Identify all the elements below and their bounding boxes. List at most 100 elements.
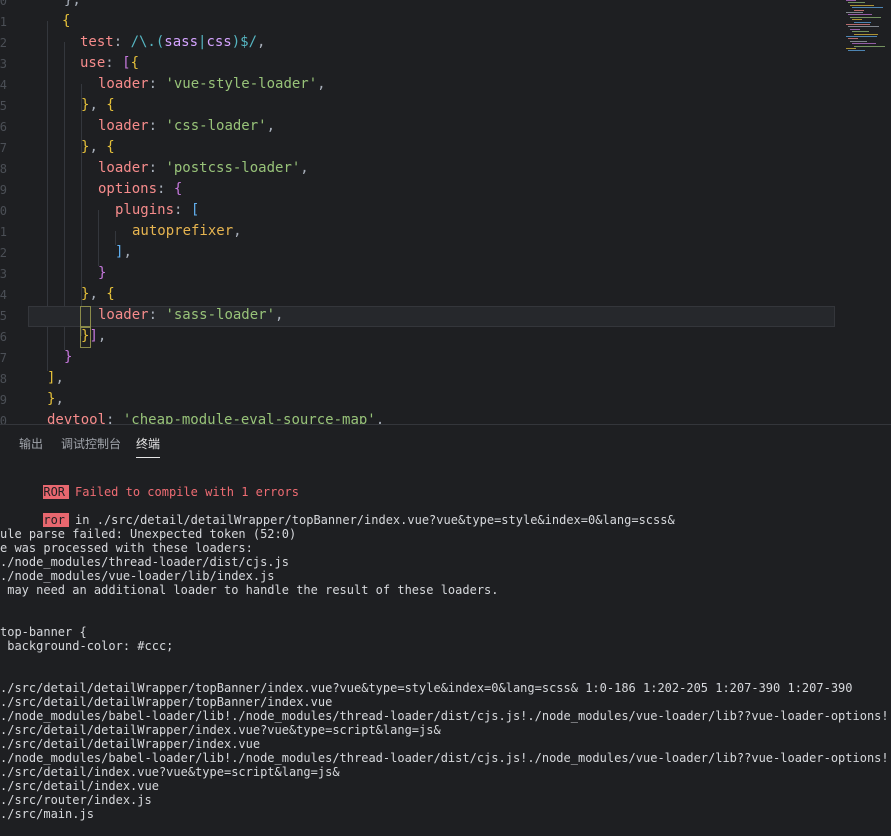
- code-line: loader: 'css-loader',: [98, 116, 275, 137]
- minimap-line: [854, 9, 864, 11]
- bottom-panel: 输出 调试控制台 终端 ROR Failed to compile with 1 …: [0, 424, 891, 836]
- minimap-line: [848, 50, 865, 52]
- code-token: 'css-loader': [165, 118, 267, 134]
- error-badge-2: ror: [43, 513, 70, 527]
- code-token: plugins: [115, 202, 175, 218]
- code-token: css: [206, 34, 232, 50]
- terminal-line: ./src/main.js: [0, 807, 94, 821]
- code-token: autoprefixer: [132, 223, 234, 239]
- minimap-line: [846, 48, 856, 49]
- code-line: use: [{: [80, 53, 139, 74]
- indent-guide: [64, 42, 65, 350]
- terminal-line: ./node_modules/babel-loader/lib!./node_m…: [0, 709, 891, 723]
- code-token: use: [80, 55, 106, 71]
- minimap[interactable]: [842, 0, 890, 60]
- code-token: /\.(: [130, 34, 165, 50]
- code-line: loader: 'sass-loader',: [98, 305, 283, 326]
- code-token: loader: [98, 160, 149, 176]
- line-number: 9: [0, 183, 7, 197]
- code-token: ,: [89, 139, 107, 155]
- minimap-line: [848, 14, 872, 16]
- minimap-line: [848, 26, 879, 28]
- code-line: }, {: [81, 95, 115, 116]
- terminal-line: ./src/detail/index.vue?vue&type=script&l…: [0, 765, 340, 779]
- terminal-line: ule parse failed: Unexpected token (52:0…: [0, 527, 297, 541]
- line-number: 3: [0, 267, 7, 281]
- terminal-line: ./src/detail/index.vue: [0, 779, 159, 793]
- code-token: loader: [98, 76, 149, 92]
- code-token: loader: [98, 307, 149, 323]
- bracket-match-box: [80, 306, 91, 327]
- line-number: 4: [0, 78, 7, 92]
- minimap-line: [846, 0, 856, 1]
- code-token: ,: [89, 286, 107, 302]
- tab-output[interactable]: 输出: [19, 435, 43, 452]
- code-token: 'postcss-loader': [165, 160, 301, 176]
- code-token: )$/: [231, 34, 258, 50]
- code-token: sass: [164, 34, 199, 50]
- code-token: options: [98, 181, 158, 197]
- line-number: 1: [0, 15, 7, 29]
- minimap-line: [854, 33, 878, 35]
- code-token: [: [122, 55, 131, 71]
- line-number: 0: [0, 204, 7, 218]
- terminal-line: ./src/detail/detailWrapper/index.vue?vue…: [0, 723, 441, 737]
- code-token: :: [148, 160, 166, 176]
- code-token: {: [62, 13, 71, 29]
- tab-terminal[interactable]: 终端: [136, 435, 161, 458]
- tab-debug-console[interactable]: 调试控制台: [61, 435, 121, 452]
- code-token: ,: [97, 328, 107, 344]
- panel-tabs: 输出 调试控制台 终端: [0, 425, 891, 461]
- code-token: :: [174, 202, 191, 218]
- terminal-line: ./node_modules/thread-loader/dist/cjs.js: [0, 555, 289, 569]
- code-token: ,: [233, 223, 242, 239]
- code-token: ,: [89, 97, 107, 113]
- minimap-line: [850, 40, 867, 42]
- code-line: }: [98, 263, 106, 284]
- code-line: }],: [81, 326, 106, 347]
- code-token: test: [80, 34, 114, 50]
- code-line: test: /\.(sass|css)$/,: [80, 32, 265, 53]
- code-line: }, {: [81, 137, 115, 158]
- line-number: 8: [0, 372, 7, 386]
- minimap-line: [850, 16, 881, 18]
- code-line: plugins: [: [115, 200, 199, 221]
- terminal-line: ./src/detail/detailWrapper/topBanner/ind…: [0, 695, 333, 709]
- code-token: devtool: [47, 412, 107, 424]
- code-token: 'vue-style-loader': [165, 76, 318, 92]
- line-number: 3: [0, 57, 7, 71]
- code-token: :: [148, 76, 166, 92]
- code-token: {: [106, 139, 115, 155]
- code-token: [: [190, 202, 200, 218]
- code-token: :: [157, 181, 174, 197]
- line-number: 0: [0, 414, 7, 424]
- code-token: }: [64, 349, 73, 365]
- code-token: loader: [98, 118, 149, 134]
- line-number: 7: [0, 141, 7, 155]
- code-line: autoprefixer,: [132, 221, 242, 242]
- line-number: 6: [0, 330, 7, 344]
- terminal-output[interactable]: ROR Failed to compile with 1 errors ror in…: [0, 465, 891, 836]
- line-number: 7: [0, 351, 7, 365]
- code-token: {: [106, 286, 115, 302]
- code-line: ],: [115, 242, 132, 263]
- code-editor[interactable]: 012345678901234567890 },{test: /\.(sass|…: [0, 0, 891, 424]
- line-number: 0: [0, 0, 7, 8]
- minimap-line: [852, 7, 883, 9]
- line-number: 2: [0, 36, 7, 50]
- code-token: ,: [375, 412, 385, 424]
- code-token: {: [173, 181, 183, 197]
- minimap-line: [852, 19, 862, 21]
- error-location-line: ror in ./src/detail/detailWrapper/topBann…: [0, 499, 675, 527]
- code-token: }: [98, 265, 107, 281]
- code-token: 'sass-loader': [165, 307, 276, 323]
- code-token: ,: [317, 76, 326, 92]
- line-number: 5: [0, 309, 7, 323]
- code-line: },: [64, 0, 81, 11]
- code-token: ,: [266, 118, 276, 134]
- code-token: :: [148, 118, 166, 134]
- minimap-line: [852, 43, 876, 45]
- code-token: },: [64, 0, 81, 8]
- minimap-line: [846, 24, 870, 25]
- code-line: loader: 'vue-style-loader',: [98, 74, 326, 95]
